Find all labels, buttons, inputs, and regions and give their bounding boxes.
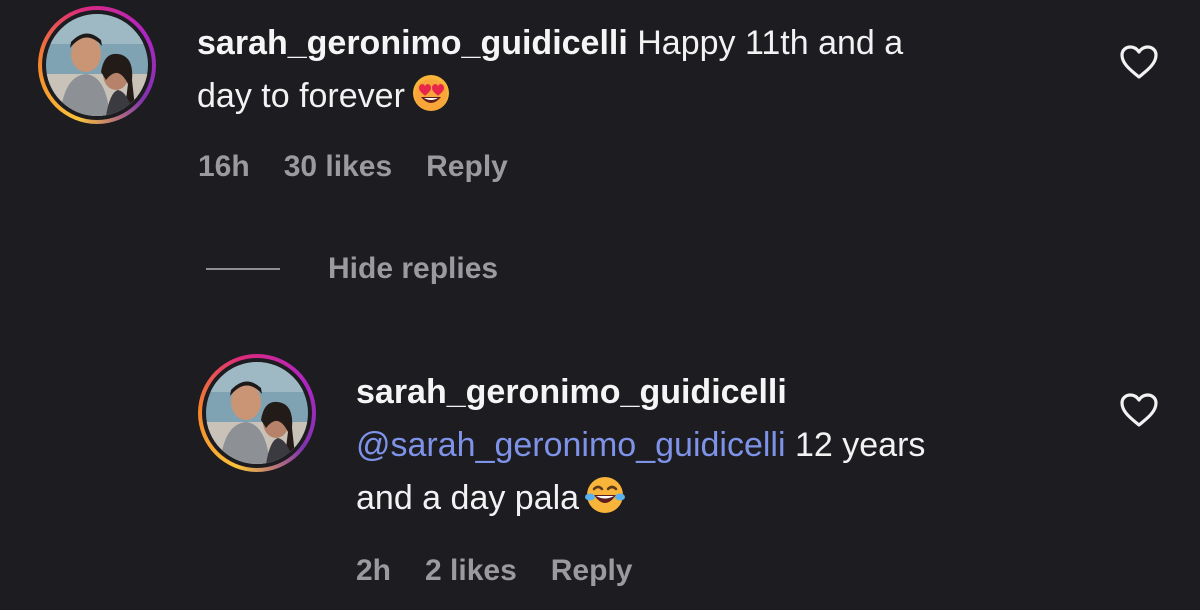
avatar[interactable] bbox=[38, 6, 156, 124]
avatar[interactable] bbox=[198, 354, 316, 472]
divider-line bbox=[206, 268, 280, 270]
hide-replies-label: Hide replies bbox=[328, 252, 499, 285]
comment-likes-count[interactable]: 30 likes bbox=[284, 150, 392, 184]
comment-item: sarah_geronimo_guidicelli Happy 11th and… bbox=[0, 0, 1200, 200]
reply-meta: 2h 2 likes Reply bbox=[356, 554, 632, 588]
reply-text-line1: 12 years bbox=[785, 426, 926, 464]
comment-body: sarah_geronimo_guidicelli Happy 11th and… bbox=[197, 17, 1077, 129]
reply-text-line2: and a day pala bbox=[356, 479, 580, 517]
reply-item: sarah_geronimo_guidicelli @sarah_geronim… bbox=[0, 340, 1200, 610]
profile-photo bbox=[206, 362, 308, 464]
heart-eyes-emoji-icon bbox=[411, 73, 451, 129]
comment-username[interactable]: sarah_geronimo_guidicelli bbox=[197, 24, 628, 62]
comment-text-line1: Happy 11th and a bbox=[637, 24, 904, 62]
comment-timestamp[interactable]: 16h bbox=[198, 150, 250, 184]
reply-likes-count[interactable]: 2 likes bbox=[425, 554, 517, 588]
reply-button[interactable]: Reply bbox=[426, 150, 508, 184]
like-heart-icon[interactable] bbox=[1119, 392, 1159, 428]
reply-button[interactable]: Reply bbox=[551, 554, 633, 588]
reply-body: sarah_geronimo_guidicelli @sarah_geronim… bbox=[356, 366, 1116, 531]
mention-link[interactable]: @sarah_geronimo_guidicelli bbox=[356, 426, 786, 464]
like-heart-icon[interactable] bbox=[1119, 44, 1159, 80]
reply-timestamp[interactable]: 2h bbox=[356, 554, 391, 588]
reply-username[interactable]: sarah_geronimo_guidicelli bbox=[356, 373, 787, 411]
laughing-tears-emoji-icon bbox=[585, 475, 626, 531]
comment-text-line2: day to forever bbox=[197, 77, 405, 115]
comment-meta: 16h 30 likes Reply bbox=[198, 150, 508, 184]
hide-replies-button[interactable]: Hide replies bbox=[206, 252, 498, 286]
profile-photo bbox=[46, 14, 148, 116]
